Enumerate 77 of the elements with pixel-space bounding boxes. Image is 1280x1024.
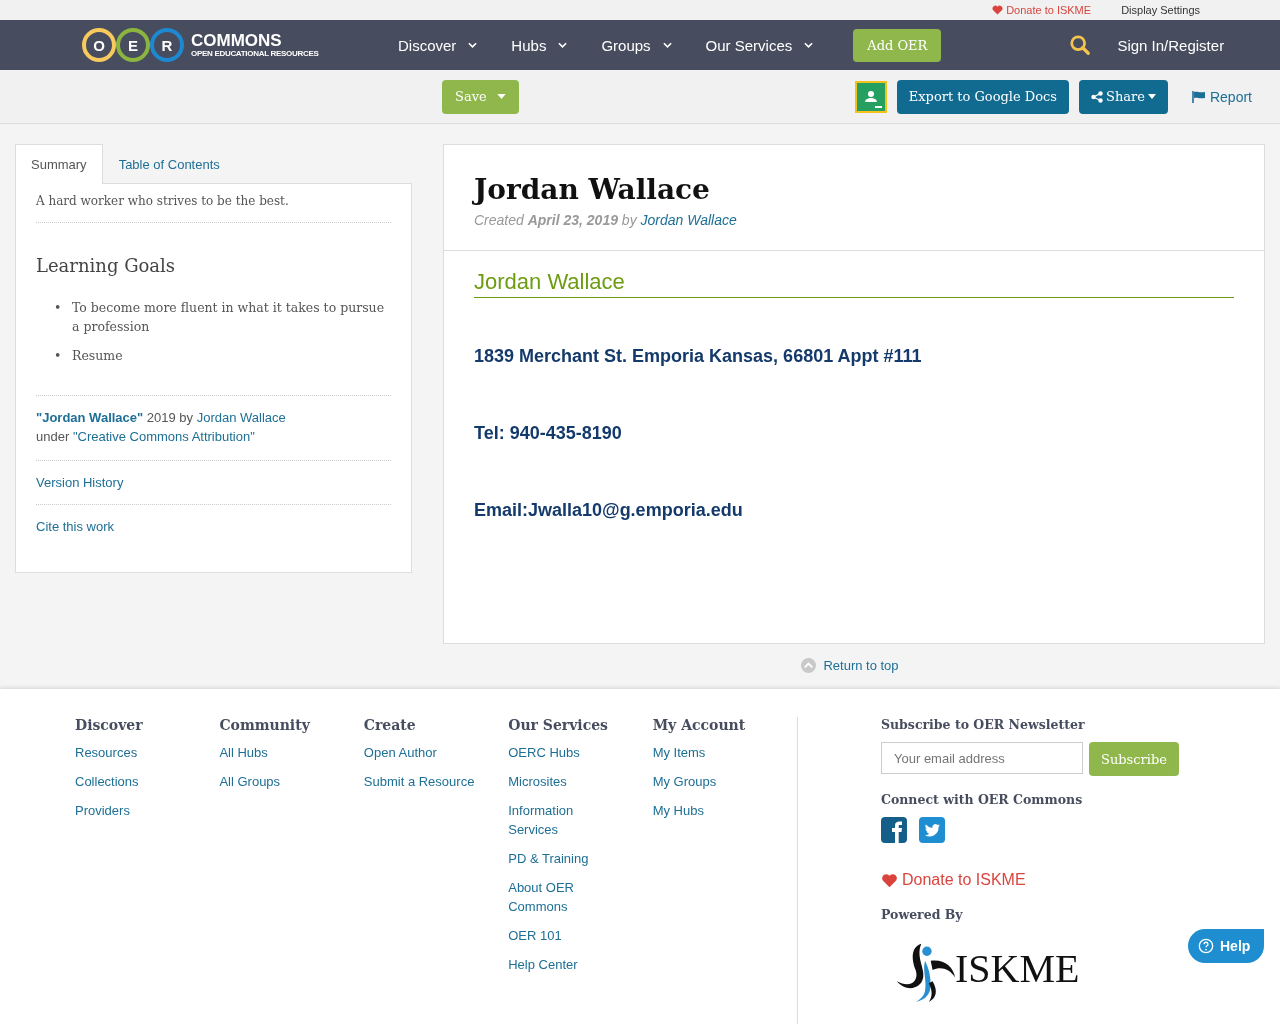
- search-icon[interactable]: [1069, 34, 1092, 56]
- sidebar-tab[interactable]: Summary: [15, 144, 103, 184]
- footer-link[interactable]: Collections: [75, 772, 175, 791]
- heart-icon: [881, 872, 898, 888]
- share-button[interactable]: Share: [1079, 79, 1168, 114]
- flag-icon: [1191, 90, 1206, 103]
- sidebar-tab[interactable]: Table of Contents: [102, 144, 236, 184]
- help-button[interactable]: Help: [1188, 929, 1265, 963]
- bullet-marker: •: [54, 347, 63, 365]
- sidebar-link[interactable]: Cite this work: [36, 519, 391, 534]
- footer-heading: Discover: [75, 717, 144, 733]
- footer-link[interactable]: My Items: [652, 743, 753, 762]
- learning-goal-item: To become more fluent in what it takes to pursue a profession: [72, 299, 386, 336]
- export-button[interactable]: Export to Google Docs: [896, 79, 1070, 114]
- iskme-logo[interactable]: ISKME: [893, 940, 1080, 1002]
- newsletter-heading: Subscribe to OER Newsletter: [881, 717, 1085, 732]
- twitter-icon[interactable]: [919, 817, 945, 843]
- chevron-icon: [662, 42, 672, 48]
- learning-goals-heading: Learning Goals: [36, 255, 177, 276]
- footer-heading: Our Services: [508, 717, 609, 733]
- footer-heading: My Account: [652, 717, 747, 733]
- chevron-icon: [558, 42, 568, 48]
- oer-commons-logo[interactable]: O E R COMMONS OPEN EDUCATIONAL RESOURCES: [82, 28, 398, 62]
- footer-heading: Community: [219, 717, 312, 733]
- powered-by-heading: Powered By: [881, 907, 963, 922]
- facebook-icon[interactable]: [881, 817, 907, 843]
- nav-menu-item[interactable]: Discover: [398, 36, 478, 54]
- learning-goal-item: Resume: [72, 347, 123, 365]
- bullet-marker: •: [54, 299, 63, 317]
- caret-icon: [1147, 94, 1156, 99]
- chevron-icon: [804, 42, 814, 48]
- share-icon: [1091, 90, 1104, 103]
- resource-title: Jordan Wallace: [474, 173, 711, 206]
- footer-link[interactable]: Open Author: [363, 743, 494, 762]
- contact-text: 1839 Merchant St. Emporia Kansas, 66801 Appt #111: [474, 346, 923, 367]
- license-link[interactable]: "Creative Commons Attribution": [72, 429, 255, 444]
- footer-link[interactable]: My Groups: [652, 772, 753, 791]
- footer-link[interactable]: PD & Training: [508, 849, 609, 868]
- author-link[interactable]: Jordan Wallace: [640, 212, 737, 228]
- return-to-top-link[interactable]: Return to top: [801, 658, 899, 673]
- footer-link[interactable]: All Groups: [219, 772, 320, 791]
- heart-icon: [992, 5, 1004, 15]
- connect-heading: Connect with OER Commons: [881, 792, 1083, 807]
- created-text: Created April 23, 2019 by Jordan Wallace: [474, 212, 738, 228]
- footer-link[interactable]: OER 101: [508, 926, 609, 945]
- author-link[interactable]: Jordan Wallace: [196, 410, 286, 425]
- contact-text: Tel: 940-435-8190: [474, 423, 623, 444]
- description-text: A hard worker who strives to be the best.: [36, 194, 290, 208]
- footer-heading: Create: [363, 717, 417, 733]
- email-input[interactable]: Your email address: [881, 742, 1083, 774]
- nav-menu-item[interactable]: Hubs: [511, 36, 568, 54]
- nav-menu-item[interactable]: Our Services: [705, 36, 814, 54]
- display-settings-link[interactable]: Display Settings: [1121, 4, 1200, 16]
- nav-menu-item[interactable]: Groups: [601, 36, 672, 54]
- footer-link[interactable]: OERC Hubs: [508, 743, 609, 762]
- footer-link[interactable]: Resources: [75, 743, 175, 762]
- help-icon: [1198, 938, 1214, 954]
- footer-link[interactable]: Submit a Resource: [363, 772, 494, 791]
- caret-icon: [496, 94, 506, 99]
- attribution-text: "Jordan Wallace" 2019 by Jordan Wallace under "Creative Commons Attribution": [36, 409, 287, 446]
- donate-link[interactable]: Donate to ISKME: [992, 4, 1092, 16]
- footer-link[interactable]: Help Center: [508, 955, 609, 974]
- footer-link[interactable]: Microsites: [508, 772, 609, 791]
- classroom-icon[interactable]: [854, 80, 887, 113]
- footer-link[interactable]: All Hubs: [219, 743, 320, 762]
- footer-link[interactable]: Providers: [75, 801, 175, 820]
- sign-in-link[interactable]: Sign In/Register: [1117, 36, 1225, 54]
- contact-text: Email:Jwalla10@g.emporia.edu: [474, 500, 744, 521]
- footer-link[interactable]: My Hubs: [652, 801, 753, 820]
- footer-link[interactable]: About OER Commons: [508, 878, 609, 916]
- section-heading: Jordan Wallace: [474, 269, 1234, 298]
- footer-link[interactable]: Information Services: [508, 801, 609, 839]
- donate-link[interactable]: Donate to ISKME: [881, 871, 1026, 889]
- report-link[interactable]: Report: [1191, 88, 1252, 105]
- sidebar-link[interactable]: Version History: [36, 475, 391, 490]
- chevron-icon: [468, 42, 478, 48]
- resource-title-link[interactable]: "Jordan Wallace": [36, 410, 144, 425]
